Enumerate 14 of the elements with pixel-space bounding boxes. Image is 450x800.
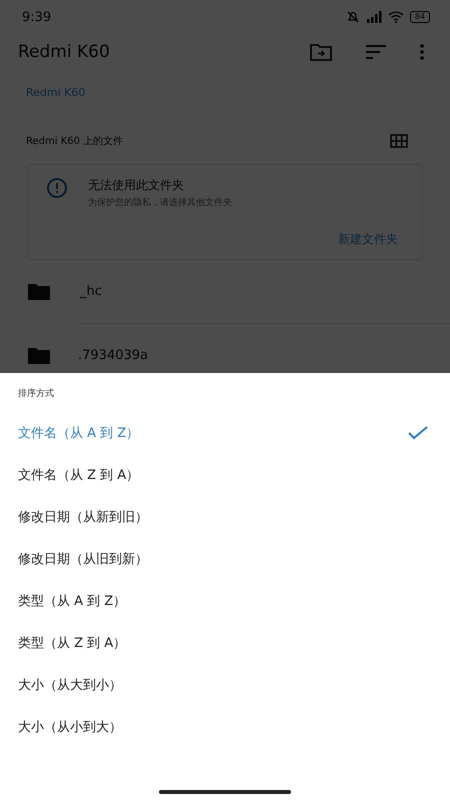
sort-option[interactable]: 文件名（从 A 到 Z） <box>0 412 450 454</box>
sort-option[interactable]: 修改日期（从新到旧） <box>0 496 450 538</box>
sort-option[interactable]: 文件名（从 Z 到 A） <box>0 454 450 496</box>
notice-title: 无法使用此文件夹 <box>88 177 185 194</box>
app-title: Redmi K60 <box>18 42 110 62</box>
sort-option[interactable]: 大小（从大到小） <box>0 664 450 706</box>
sort-option[interactable]: 类型（从 A 到 Z） <box>0 580 450 622</box>
sort-option[interactable]: 修改日期（从旧到新） <box>0 538 450 580</box>
sort-option[interactable]: 类型（从 Z 到 A） <box>0 622 450 664</box>
section-title: Redmi K60 上的文件 <box>26 134 124 148</box>
status-time: 9:39 <box>22 10 52 24</box>
check-icon <box>408 426 428 440</box>
sheet-title: 排序方式 <box>18 388 55 400</box>
sort-option[interactable]: 大小（从小到大） <box>0 706 450 748</box>
